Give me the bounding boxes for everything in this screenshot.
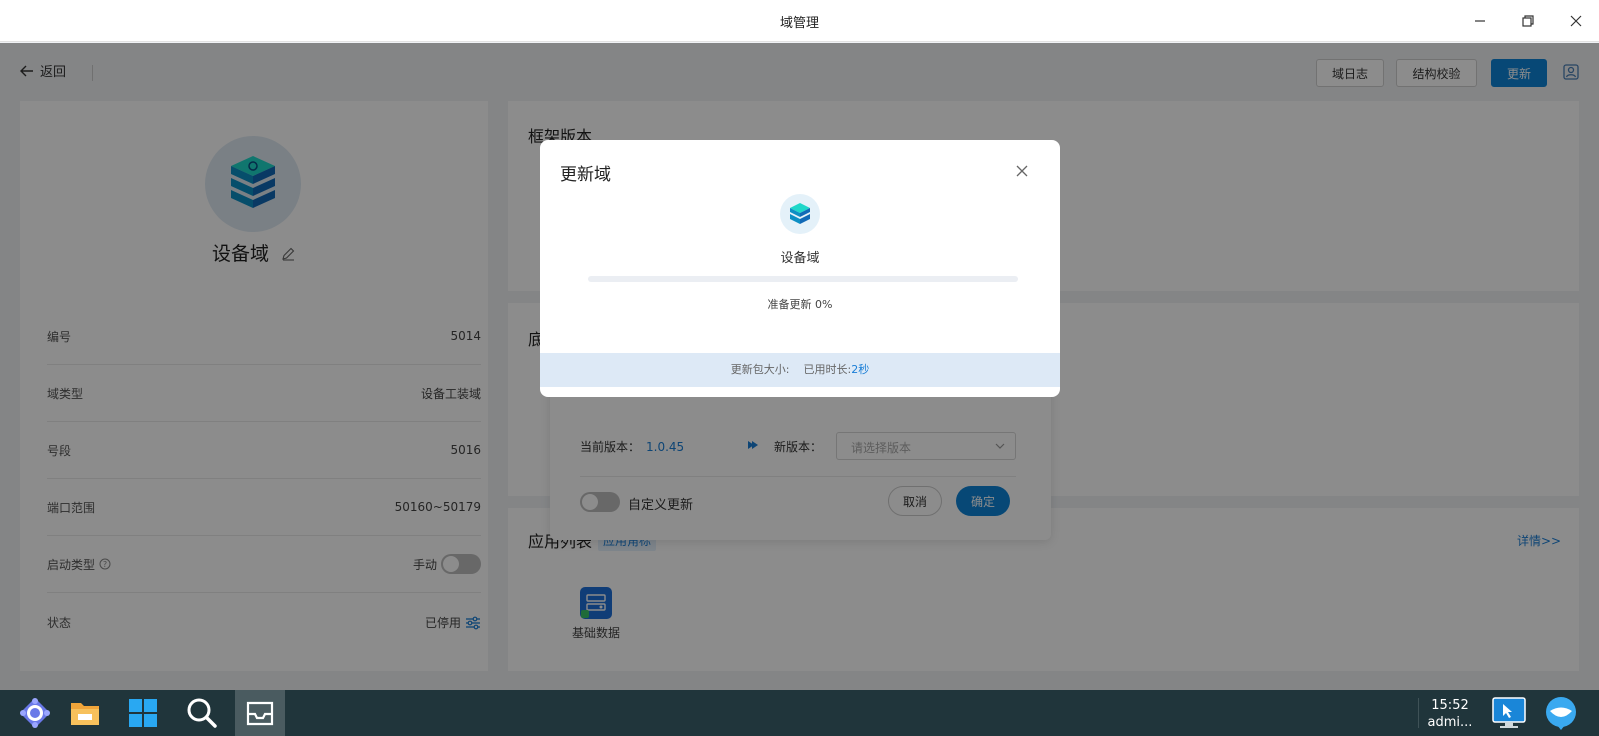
remote-desktop-button[interactable]	[1484, 690, 1534, 736]
dialog-title: 更新域	[560, 165, 611, 185]
windows-button[interactable]	[118, 690, 168, 736]
window-titlebar: 域管理	[0, 0, 1599, 42]
taskbar-divider	[1418, 698, 1419, 728]
domain-cube-icon	[790, 203, 810, 224]
chat-bubble-icon	[1546, 697, 1576, 730]
close-icon	[1570, 15, 1582, 27]
update-domain-dialog: 更新域 设备域 准备更新 0% 更新包大小: 已用时长:2秒	[540, 140, 1060, 397]
inbox-icon	[246, 701, 274, 726]
window-title: 域管理	[779, 16, 819, 31]
close-icon	[1016, 165, 1028, 177]
dialog-domain-name: 设备域	[780, 251, 820, 266]
minimize-button[interactable]	[1466, 8, 1494, 34]
start-menu-button[interactable]	[10, 690, 60, 736]
windows-icon	[129, 699, 157, 727]
monitor-cursor-icon	[1492, 697, 1526, 728]
taskbar: 15:52 admi...	[0, 690, 1599, 736]
domain-icon-badge	[780, 194, 820, 234]
clock-user: admi...	[1427, 715, 1473, 730]
search-button[interactable]	[177, 690, 227, 736]
elapsed-label: 已用时长:	[803, 363, 852, 376]
package-size-label: 更新包大小:	[730, 363, 790, 376]
close-window-button[interactable]	[1562, 8, 1590, 34]
clock-time: 15:52	[1431, 698, 1469, 713]
update-progress-bar	[588, 276, 1018, 282]
file-manager-button[interactable]	[60, 690, 110, 736]
app-launcher-icon	[20, 698, 50, 728]
dialog-footer: 更新包大小: 已用时长:2秒	[540, 353, 1060, 387]
folder-icon	[71, 703, 99, 725]
inbox-button[interactable]	[235, 690, 285, 736]
elapsed-value: 2秒	[851, 363, 870, 376]
restore-button[interactable]	[1514, 8, 1542, 34]
search-icon	[187, 698, 217, 728]
restore-icon	[1522, 15, 1534, 27]
minimize-icon	[1475, 20, 1485, 22]
dialog-close-button[interactable]	[1012, 161, 1032, 181]
chat-button[interactable]	[1536, 690, 1586, 736]
progress-text: 准备更新 0%	[767, 298, 833, 311]
taskbar-clock[interactable]: 15:52 admi...	[1420, 697, 1480, 731]
